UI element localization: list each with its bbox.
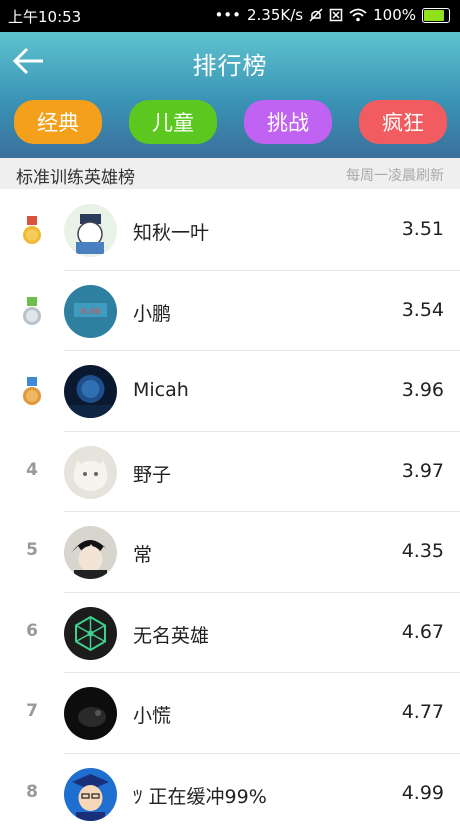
player-score: 4.67 xyxy=(402,621,444,643)
rank-number: 4 xyxy=(20,460,44,480)
player-score: 3.97 xyxy=(402,460,444,482)
mute-icon xyxy=(309,8,323,22)
player-name: ﾂ 正在缓冲99% xyxy=(133,782,267,809)
list-item[interactable]: 7 小慌 4.77 xyxy=(0,673,460,754)
player-name: 无名英雄 xyxy=(133,621,209,648)
player-name: 野子 xyxy=(133,460,171,487)
silver-medal-icon xyxy=(22,297,42,327)
avatar: 0:00 xyxy=(64,285,117,338)
battery-icon xyxy=(422,8,450,23)
bronze-medal-icon xyxy=(22,377,42,407)
list-item[interactable]: 0:00 小鹏 3.54 xyxy=(0,271,460,352)
tab-children[interactable]: 儿童 xyxy=(129,100,217,144)
page-title: 排行榜 xyxy=(0,46,460,81)
avatar xyxy=(64,687,117,740)
avatar xyxy=(64,446,117,499)
avatar xyxy=(64,526,117,579)
battery-text: 100% xyxy=(373,6,416,24)
list-item[interactable]: Micah 3.96 xyxy=(0,351,460,432)
rank-number: 7 xyxy=(20,701,44,721)
wifi-icon xyxy=(349,8,367,22)
player-score: 4.77 xyxy=(402,701,444,723)
player-name: 小鹏 xyxy=(133,299,171,326)
svg-text:0:00: 0:00 xyxy=(81,307,100,316)
tab-challenge[interactable]: 挑战 xyxy=(244,100,332,144)
player-score: 3.51 xyxy=(402,218,444,240)
status-time: 上午10:53 xyxy=(8,6,81,27)
list-item[interactable]: 5 常 4.35 xyxy=(0,512,460,593)
avatar xyxy=(64,365,117,418)
tab-crazy[interactable]: 疯狂 xyxy=(359,100,447,144)
avatar xyxy=(64,768,117,821)
leaderboard-header: 标准训练英雄榜 每周一凌晨刷新 xyxy=(0,158,460,189)
leaderboard-title: 标准训练英雄榜 xyxy=(16,163,135,188)
header: 排行榜 经典 儿童 挑战 疯狂 xyxy=(0,32,460,158)
status-right: ••• 2.35K/s 100% xyxy=(214,6,450,24)
rank-number: 6 xyxy=(20,621,44,641)
list-item[interactable]: 4 野子 3.97 xyxy=(0,432,460,513)
player-score: 4.35 xyxy=(402,540,444,562)
list-item[interactable]: 6 无名英雄 4.67 xyxy=(0,593,460,674)
player-name: 小慌 xyxy=(133,701,171,728)
sim-off-icon xyxy=(329,8,343,22)
player-name: Micah xyxy=(133,379,189,401)
gold-medal-icon xyxy=(22,216,42,246)
avatar xyxy=(64,607,117,660)
tab-bar: 经典 儿童 挑战 疯狂 xyxy=(0,100,460,146)
tab-classic[interactable]: 经典 xyxy=(14,100,102,144)
network-speed: 2.35K/s xyxy=(247,6,303,24)
player-score: 4.99 xyxy=(402,782,444,804)
more-dots-icon: ••• xyxy=(214,6,241,24)
player-name: 常 xyxy=(133,540,152,567)
refresh-note: 每周一凌晨刷新 xyxy=(346,165,444,185)
list-item[interactable]: 8 ﾂ 正在缓冲99% 4.99 xyxy=(0,754,460,834)
status-bar: 上午10:53 ••• 2.35K/s 100% xyxy=(0,0,460,32)
rank-number: 8 xyxy=(20,782,44,802)
leaderboard-list: 知秋一叶 3.51 0:00 小鹏 3.54 M xyxy=(0,190,460,834)
player-score: 3.96 xyxy=(402,379,444,401)
list-item[interactable]: 知秋一叶 3.51 xyxy=(0,190,460,271)
avatar xyxy=(64,204,117,257)
player-name: 知秋一叶 xyxy=(133,218,209,245)
rank-number: 5 xyxy=(20,540,44,560)
player-score: 3.54 xyxy=(402,299,444,321)
